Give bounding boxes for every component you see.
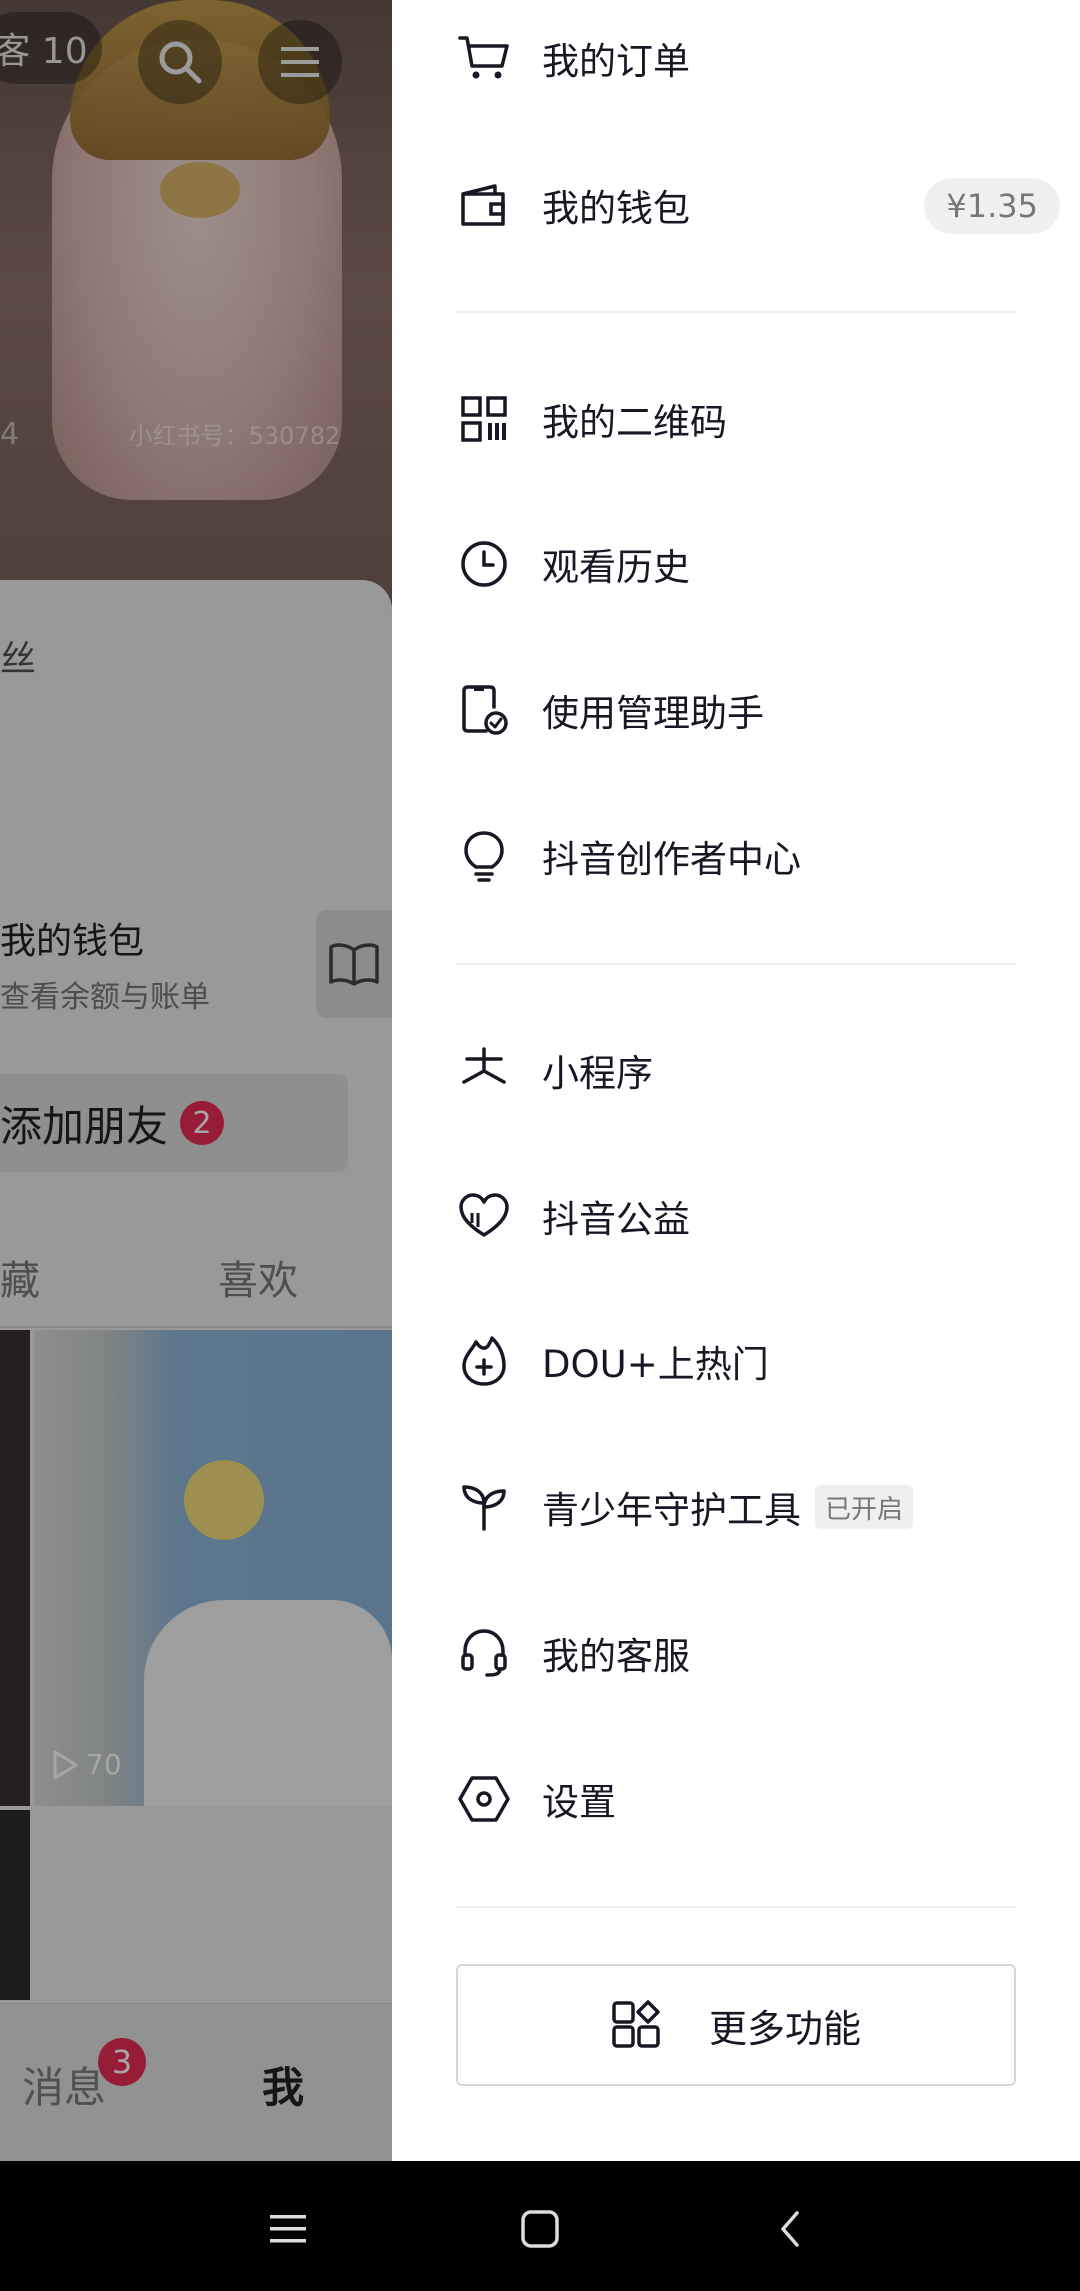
menu-item-youth-tool[interactable]: 青少年守护工具 已开启 [456,1457,1016,1557]
cart-icon [456,30,512,86]
grid-icon [611,2000,661,2050]
menu-item-creator-center[interactable]: 抖音创作者中心 [456,806,1016,906]
usage-assistant-label: 使用管理助手 [542,692,764,735]
menu-item-qrcode[interactable]: 我的二维码 [456,369,1016,469]
menu-item-settings[interactable]: 设置 [456,1749,1016,1849]
sprout-icon [456,1479,512,1535]
qrcode-label: 我的二维码 [542,401,727,444]
dim-overlay[interactable] [0,0,392,2161]
mini-programs-label: 小程序 [542,1052,653,1095]
menu-item-customer-service[interactable]: 我的客服 [456,1603,1016,1703]
menu-item-dou-plus[interactable]: DOU+上热门 [456,1311,1016,1411]
orders-label: 我的订单 [542,40,690,83]
charity-label: 抖音公益 [542,1198,690,1241]
divider [456,963,1016,965]
wallet-icon [456,177,512,233]
wallet-label: 我的钱包 [542,187,690,230]
menu-item-usage-assistant[interactable]: 使用管理助手 [456,660,1016,760]
home-icon[interactable] [500,2189,580,2269]
menu-item-charity[interactable]: 抖音公益 [456,1166,1016,1266]
system-nav-bar [0,2161,1080,2291]
menu-item-mini-programs[interactable]: 小程序 [456,1020,1016,1120]
youth-tool-status-tag: 已开启 [815,1485,914,1529]
customer-service-label: 我的客服 [542,1635,690,1678]
back-icon[interactable] [750,2189,830,2269]
more-features-label: 更多功能 [708,2006,861,2051]
lightbulb-icon [456,828,512,884]
settings-icon [456,1771,512,1827]
headset-icon [456,1625,512,1681]
side-drawer: 我的订单 我的钱包 ¥1.35 我的二维码 观看历史 使用管理助手 抖音创作者中… [392,0,1080,2161]
creator-center-label: 抖音创作者中心 [542,838,801,881]
history-label: 观看历史 [542,546,690,589]
wallet-balance-badge: ¥1.35 [924,178,1060,234]
settings-label: 设置 [542,1781,616,1824]
profile-background: 客 10 4 小红书号：530782 丝 我的钱包 查看余额与账单 添加朋友 2… [0,0,392,2161]
divider [456,1906,1016,1908]
menu-item-orders[interactable]: 我的订单 [456,8,1016,108]
phone-check-icon [456,682,512,738]
youth-tool-label: 青少年守护工具 [542,1489,801,1532]
flame-plus-icon [456,1333,512,1389]
mini-program-icon [456,1042,512,1098]
clock-icon [456,536,512,592]
qrcode-icon [456,391,512,447]
heart-charity-icon [456,1188,512,1244]
divider [456,311,1016,313]
more-features-button[interactable]: 更多功能 [456,1964,1016,2086]
recent-apps-icon[interactable] [248,2189,328,2269]
menu-item-history[interactable]: 观看历史 [456,514,1016,614]
dou-plus-label: DOU+上热门 [542,1343,769,1386]
